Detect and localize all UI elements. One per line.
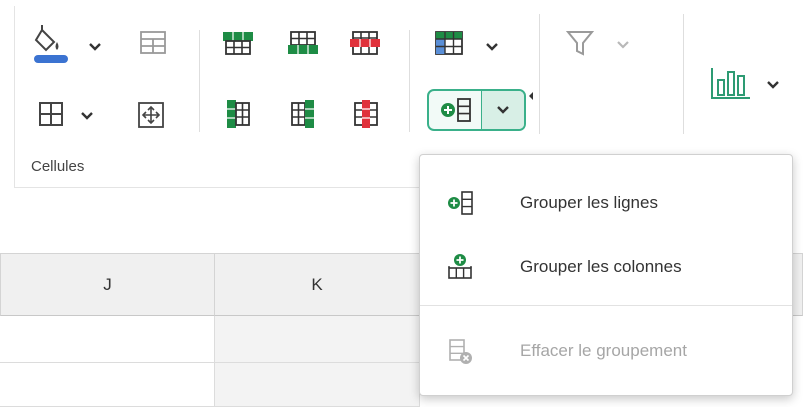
clear-grouping-icon bbox=[449, 339, 472, 364]
menu-item-label: Grouper les colonnes bbox=[520, 257, 682, 276]
filter-button[interactable] bbox=[560, 24, 600, 62]
format-cells-button[interactable] bbox=[136, 26, 170, 60]
borders-button[interactable] bbox=[30, 94, 72, 134]
group-label-cellules: Cellules bbox=[31, 158, 85, 175]
delete-row-icon bbox=[350, 31, 380, 55]
insert-column-right-icon bbox=[291, 100, 314, 128]
collapse-arrow-icon[interactable] bbox=[527, 90, 535, 102]
insert-chart-button[interactable] bbox=[706, 62, 756, 104]
group-rows-icon bbox=[441, 98, 471, 122]
insert-row-below-button[interactable] bbox=[283, 26, 323, 60]
chevron-down-icon[interactable] bbox=[88, 40, 102, 54]
chevron-down-icon[interactable] bbox=[496, 103, 510, 117]
chevron-down-icon[interactable] bbox=[485, 40, 499, 54]
group-button[interactable] bbox=[427, 89, 526, 131]
insert-row-below-icon bbox=[288, 31, 318, 54]
delete-column-icon bbox=[354, 100, 378, 128]
merge-cells-button[interactable] bbox=[132, 96, 170, 134]
menu-item-group-rows[interactable]: Grouper les lignes bbox=[420, 173, 792, 233]
column-header-j[interactable]: J bbox=[0, 253, 215, 316]
insert-row-above-button[interactable] bbox=[218, 26, 258, 60]
filter-icon bbox=[565, 31, 595, 56]
paint-bucket-icon bbox=[34, 25, 68, 63]
chevron-down-icon[interactable] bbox=[80, 109, 94, 123]
format-as-table-button[interactable] bbox=[428, 26, 470, 60]
cell[interactable] bbox=[0, 316, 215, 363]
chevron-down-icon[interactable] bbox=[766, 78, 780, 92]
group-rows-icon bbox=[448, 191, 473, 215]
column-header-k[interactable]: K bbox=[215, 253, 420, 316]
move-arrows-icon bbox=[138, 102, 164, 128]
menu-separator bbox=[420, 305, 792, 306]
chevron-down-icon bbox=[617, 41, 629, 49]
insert-column-left-button[interactable] bbox=[220, 94, 256, 134]
insert-column-icon bbox=[227, 100, 250, 128]
group-dropdown-menu: Grouper les lignes Grouper les colonnes … bbox=[419, 154, 793, 396]
borders-icon bbox=[39, 102, 63, 126]
delete-column-button[interactable] bbox=[348, 94, 384, 134]
menu-item-clear-grouping: Effacer le groupement bbox=[420, 321, 792, 381]
cell[interactable] bbox=[215, 316, 420, 363]
insert-column-right-button[interactable] bbox=[285, 94, 321, 134]
menu-item-group-columns[interactable]: Grouper les colonnes bbox=[420, 237, 792, 297]
menu-item-label: Effacer le groupement bbox=[520, 341, 687, 360]
insert-row-icon bbox=[223, 32, 253, 55]
format-cells-icon bbox=[140, 31, 166, 54]
menu-item-label: Grouper les lignes bbox=[520, 193, 658, 212]
cell[interactable] bbox=[215, 363, 420, 407]
bar-chart-icon bbox=[711, 68, 750, 99]
table-format-icon bbox=[435, 31, 463, 55]
delete-row-button[interactable] bbox=[345, 26, 385, 60]
fill-color-button[interactable] bbox=[30, 22, 72, 68]
cell[interactable] bbox=[0, 363, 215, 407]
group-columns-icon bbox=[448, 254, 472, 279]
